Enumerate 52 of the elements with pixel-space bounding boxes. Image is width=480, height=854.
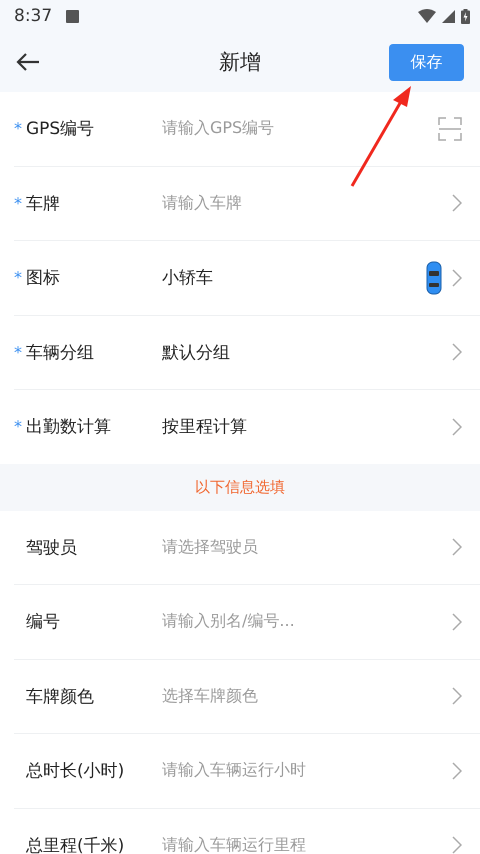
chevron-icon	[452, 687, 462, 706]
signal-icon	[442, 10, 455, 22]
form-row[interactable]: 驾驶员 请选择驾驶员	[14, 510, 480, 585]
required-mark: *	[14, 119, 23, 138]
form-row[interactable]: 总时长(小时) 请输入车辆运行小时	[14, 734, 480, 808]
chevron-icon	[452, 836, 462, 854]
field-label: 车辆分组	[26, 342, 95, 364]
notification-icon	[66, 10, 80, 22]
required-mark: *	[14, 342, 23, 362]
field-label: 总里程(千米)	[26, 834, 126, 854]
section-note: 以下信息选填	[195, 478, 285, 496]
form-row[interactable]: 车牌颜色 选择车牌颜色	[14, 660, 480, 734]
car-icon	[426, 260, 442, 295]
chevron-icon	[452, 268, 462, 287]
back-icon[interactable]	[16, 52, 40, 72]
status-time: 8:37	[14, 6, 52, 26]
field-placeholder: 请选择驾驶员	[162, 536, 259, 558]
chevron-icon	[452, 418, 462, 436]
required-mark: *	[14, 268, 23, 288]
form-row[interactable]: 编号 请输入别名/编号...	[14, 585, 480, 660]
required-mark: *	[14, 194, 23, 213]
field-label: 图标	[26, 267, 61, 290]
field-placeholder: 请输入车辆运行里程	[162, 834, 307, 854]
field-label: 编号	[26, 611, 61, 634]
field-placeholder: 请输入GPS编号	[162, 118, 276, 140]
form-row[interactable]: * 出勤数计算 按里程计算	[14, 390, 480, 464]
field-label: 驾驶员	[26, 536, 78, 559]
field-value: 按里程计算	[162, 416, 248, 438]
battery-icon	[461, 8, 470, 24]
wifi-icon	[418, 9, 436, 23]
page-title: 新增	[219, 50, 261, 74]
form-row[interactable]: * 车辆分组 默认分组	[14, 316, 480, 390]
field-placeholder: 请输入车牌	[162, 192, 243, 214]
form-row[interactable]: 总里程(千米) 请输入车辆运行里程	[14, 808, 480, 854]
field-label: 总时长(小时)	[26, 760, 126, 782]
form-row[interactable]: * 图标 小轿车	[14, 241, 480, 316]
form-row[interactable]: * 车牌 请输入车牌	[14, 166, 480, 241]
chevron-icon	[452, 538, 462, 556]
required-mark: *	[14, 417, 23, 436]
field-label: 出勤数计算	[26, 416, 112, 438]
field-placeholder: 请输入别名/编号...	[162, 611, 296, 632]
chevron-icon	[452, 762, 462, 780]
chevron-icon	[452, 343, 462, 362]
field-value: 小轿车	[162, 267, 214, 290]
field-placeholder: 选择车牌颜色	[162, 686, 259, 707]
field-label: 车牌颜色	[26, 686, 95, 708]
chevron-icon	[452, 612, 462, 631]
field-value: 默认分组	[162, 342, 231, 364]
field-label: 车牌	[26, 192, 61, 215]
field-placeholder: 请输入车辆运行小时	[162, 760, 307, 782]
field-label: GPS编号	[26, 118, 96, 140]
chevron-icon	[452, 194, 462, 212]
